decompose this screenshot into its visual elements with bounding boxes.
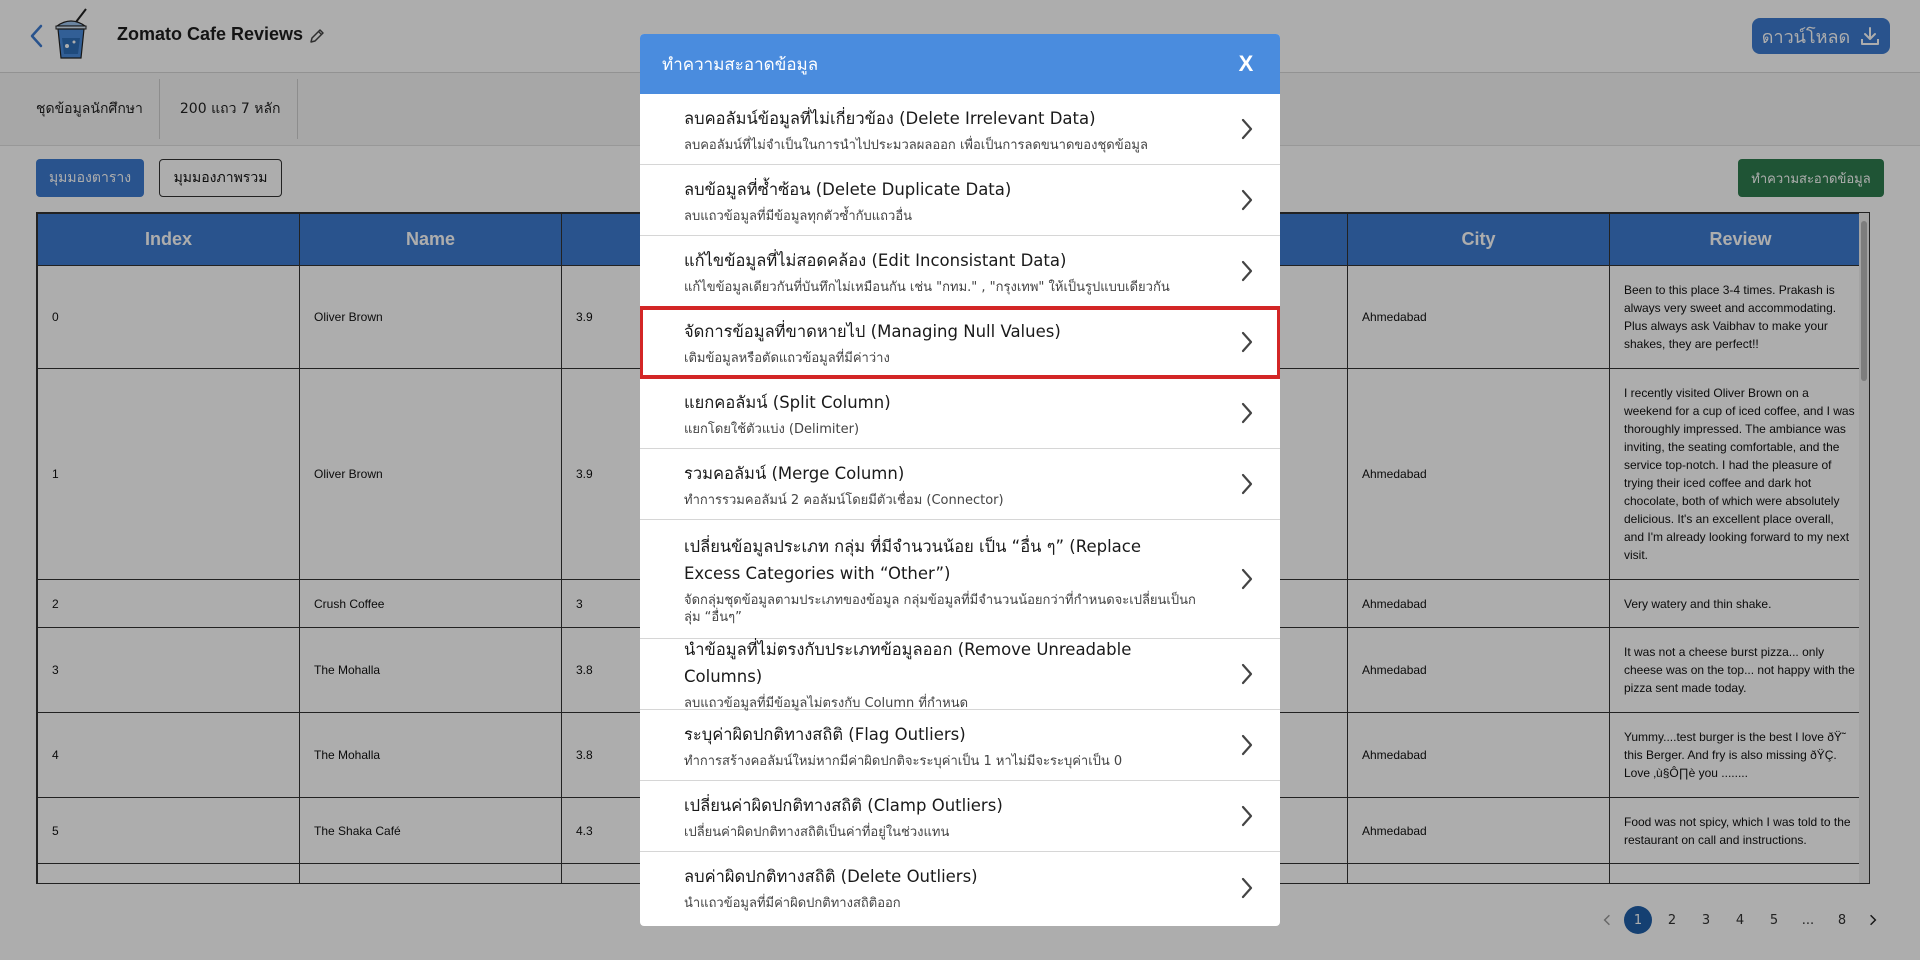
chevron-right-icon <box>1241 805 1253 827</box>
chevron-right-icon <box>1241 877 1253 898</box>
option-merge-column[interactable]: รวมคอลัมน์ (Merge Column) ทำการรวมคอลัมน… <box>640 449 1280 520</box>
option-title: แยกคอลัมน์ (Split Column) <box>684 392 891 412</box>
option-title: เปลี่ยนค่าผิดปกติทางสถิติ (Clamp Outlier… <box>684 795 1003 815</box>
option-description: เติมข้อมูลหรือตัดแถวข้อมูลที่มีค่าว่าง <box>684 350 890 366</box>
option-delete-irrelevant-data[interactable]: ลบคอลัมน์ข้อมูลที่ไม่เกี่ยวข้อง (Delete … <box>640 94 1280 165</box>
option-edit-inconsistent-data[interactable]: แก้ไขข้อมูลที่ไม่สอดคล้อง (Edit Inconsis… <box>640 236 1280 307</box>
option-title: ลบคอลัมน์ข้อมูลที่ไม่เกี่ยวข้อง (Delete … <box>684 108 1096 128</box>
option-managing-null-values[interactable]: จัดการข้อมูลที่ขาดหายไป (Managing Null V… <box>640 306 1280 379</box>
option-description: นำแถวข้อมูลที่มีค่าผิดปกติทางสถิติออก <box>684 896 901 911</box>
option-clamp-outliers[interactable]: เปลี่ยนค่าผิดปกติทางสถิติ (Clamp Outlier… <box>640 781 1280 852</box>
clean-data-modal: ทำความสะอาดข้อมูล X ลบคอลัมน์ข้อมูลที่ไม… <box>640 34 1280 926</box>
option-title: นำข้อมูลที่ไม่ตรงกับประเภทข้อมูลออก (Rem… <box>684 640 1132 686</box>
option-description: แก้ไขข้อมูลเดียวกันที่บันทึกไม่เหมือนกัน… <box>684 279 1170 295</box>
option-title: ลบค่าผิดปกติทางสถิติ (Delete Outliers) <box>684 867 978 886</box>
option-description: จัดกลุ่มชุดข้อมูลตามประเภทของข้อมูล กลุ่… <box>684 592 1196 625</box>
option-description: ลบคอลัมน์ที่ไม่จำเป็นในการนำไปประมวลผลออ… <box>684 137 1148 153</box>
chevron-right-icon <box>1241 331 1253 353</box>
chevron-right-icon <box>1241 189 1253 211</box>
option-delete-outliers[interactable]: ลบค่าผิดปกติทางสถิติ (Delete Outliers) น… <box>640 852 1280 923</box>
option-description: ทำการสร้างคอลัมน์ใหม่หากมีค่าผิดปกติจะระ… <box>684 753 1123 769</box>
chevron-right-icon <box>1241 473 1253 495</box>
option-title: แก้ไขข้อมูลที่ไม่สอดคล้อง (Edit Inconsis… <box>684 250 1067 270</box>
option-title: เปลี่ยนข้อมูลประเภท กลุ่ม ที่มีจำนวนน้อย… <box>684 536 1141 583</box>
chevron-right-icon <box>1241 568 1253 590</box>
close-button[interactable]: X <box>1234 51 1258 77</box>
chevron-right-icon <box>1241 402 1253 424</box>
option-replace-excess-categories[interactable]: เปลี่ยนข้อมูลประเภท กลุ่ม ที่มีจำนวนน้อย… <box>640 520 1280 639</box>
option-flag-outliers[interactable]: ระบุค่าผิดปกติทางสถิติ (Flag Outliers) ท… <box>640 710 1280 781</box>
option-description: ลบแถวข้อมูลที่มีข้อมูลทุกตัวซ้ำกับแถวอื่… <box>684 208 913 224</box>
option-remove-unreadable-columns[interactable]: นำข้อมูลที่ไม่ตรงกับประเภทข้อมูลออก (Rem… <box>640 639 1280 711</box>
option-description: เปลี่ยนค่าผิดปกติทางสถิติเป็นค่าที่อยู่ใ… <box>684 824 950 840</box>
chevron-right-icon <box>1241 663 1253 685</box>
chevron-right-icon <box>1241 734 1253 756</box>
option-description: ทำการรวมคอลัมน์ 2 คอลัมน์โดยมีตัวเชื่อม … <box>684 492 1004 508</box>
option-delete-duplicate-data[interactable]: ลบข้อมูลที่ซ้ำซ้อน (Delete Duplicate Dat… <box>640 165 1280 236</box>
option-title: รวมคอลัมน์ (Merge Column) <box>684 463 905 483</box>
chevron-right-icon <box>1241 118 1253 140</box>
modal-header: ทำความสะอาดข้อมูล X <box>640 34 1280 94</box>
modal-title: ทำความสะอาดข้อมูล <box>662 54 819 75</box>
option-description: แยกโดยใช้ตัวแบ่ง (Delimiter) <box>684 421 860 437</box>
option-split-column[interactable]: แยกคอลัมน์ (Split Column) แยกโดยใช้ตัวแบ… <box>640 378 1280 449</box>
option-title: จัดการข้อมูลที่ขาดหายไป (Managing Null V… <box>684 321 1061 341</box>
option-title: ระบุค่าผิดปกติทางสถิติ (Flag Outliers) <box>684 724 966 744</box>
chevron-right-icon <box>1241 260 1253 282</box>
option-title: ลบข้อมูลที่ซ้ำซ้อน (Delete Duplicate Dat… <box>684 179 1012 199</box>
